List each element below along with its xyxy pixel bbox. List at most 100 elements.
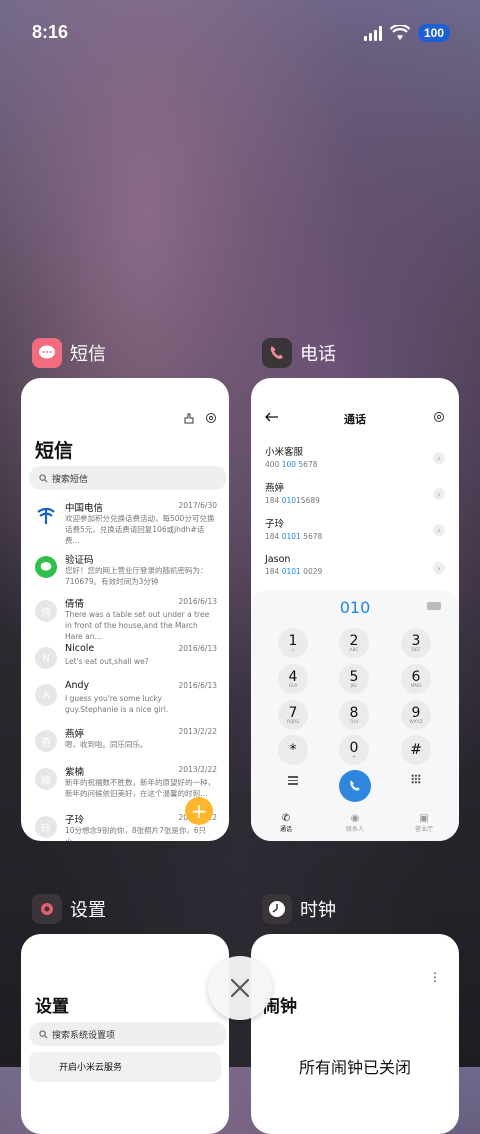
contact-avatar: 倩 — [35, 600, 57, 622]
message-preview: 新年的祝福数不胜数，新年的原望好的一种，新年的问候依旧美好，在这个温馨的时刻… — [65, 778, 215, 798]
tab-contacts[interactable]: ◉ 联系人 — [330, 813, 380, 833]
dial-key-letters: ∞ — [291, 647, 295, 653]
contact-number-part: 184 — [265, 532, 282, 541]
menu-icon[interactable] — [288, 774, 298, 787]
app-header-settings[interactable]: 设置 — [32, 894, 106, 924]
contact-name: 燕婷 — [265, 483, 285, 494]
sms-search-input[interactable]: 搜索短信 — [29, 466, 227, 490]
dial-key[interactable]: # — [401, 735, 431, 765]
dial-key-digit: 2 — [349, 632, 359, 649]
dial-key[interactable]: 9 WXYZ — [401, 700, 431, 730]
app-header-sms[interactable]: 短信 — [32, 338, 106, 368]
contact-row[interactable]: Jason 184 0101 0029 › — [265, 554, 445, 588]
dial-key[interactable]: 2 ABC — [339, 628, 369, 658]
phone-icon: ✆ — [281, 813, 291, 824]
tab-store-label: 营业厅 — [414, 826, 433, 833]
message-preview: I guess you're some lucky guy.Stephanie … — [65, 694, 169, 714]
message-date: 2013/2/22 — [178, 765, 217, 774]
settings-page-title: 设置 — [35, 997, 69, 1017]
call-button[interactable] — [339, 770, 371, 802]
contact-name: Jason — [265, 554, 291, 565]
more-icon[interactable]: ⋮ — [429, 970, 441, 984]
dial-key-letters: PQRS — [286, 719, 300, 725]
dial-key-letters: TUV — [349, 719, 359, 725]
contact-row[interactable]: 子玲 184 0101 5678 › — [265, 516, 445, 550]
message-sender: 紫楠 — [65, 767, 85, 778]
contact-avatar: N — [35, 647, 57, 669]
dial-key[interactable]: 1 ∞ — [278, 628, 308, 658]
chevron-right-icon[interactable]: › — [433, 562, 445, 574]
message-date: 2017/6/30 — [178, 501, 217, 510]
keypad-toggle-icon[interactable] — [411, 774, 421, 784]
clock-card[interactable]: ⋮ 闹钟 所有闹钟已关闭 — [251, 934, 459, 1134]
cloud-service-item[interactable]: 开启小米云服务 — [29, 1052, 221, 1082]
app-header-phone[interactable]: 电话 — [262, 338, 336, 368]
dial-key-digit: 4 — [288, 668, 298, 685]
dial-key[interactable]: * — [278, 735, 308, 765]
tab-calls[interactable]: ✆ 通话 — [261, 813, 311, 833]
message-preview: Let's eat out,shall we? — [65, 657, 149, 666]
sms-card[interactable]: 短信 搜索短信 中国电信 2017/6/30 欢迎参加积分兑换话费活动，每500分可… — [21, 378, 229, 841]
contact-avatar: 燕 — [35, 730, 57, 752]
dial-key-digit: 0 — [349, 739, 359, 756]
settings-app-label: 设置 — [70, 900, 106, 921]
settings-search-input[interactable]: 搜索系统设置项 — [29, 1022, 227, 1046]
contact-number-part: 5678 — [296, 460, 318, 469]
phone-card[interactable]: 通话 小米客服 400 100 5678 › 燕婷 184 01015689 › 子玲 184… — [251, 378, 459, 841]
phone-icon — [350, 780, 360, 791]
clean-icon[interactable] — [183, 412, 195, 424]
contact-row[interactable]: 燕婷 184 01015689 › — [265, 480, 445, 514]
dial-key[interactable]: 3 DEF — [401, 628, 431, 658]
app-header-clock[interactable]: 时钟 — [262, 894, 336, 924]
message-sender: 子玲 — [65, 815, 85, 826]
dial-key[interactable]: 4 GHI — [278, 664, 308, 694]
dial-key[interactable]: 7 PQRS — [278, 700, 308, 730]
message-row[interactable]: A Andy 2016/6/13 I guess you're some lucky … — [35, 680, 217, 728]
contact-number-part: 010 — [281, 496, 297, 505]
phone-page-title: 通话 — [344, 413, 366, 426]
dial-key-digit: # — [410, 742, 422, 758]
chevron-right-icon[interactable]: › — [433, 488, 445, 500]
dial-key[interactable]: 0 + — [339, 735, 369, 765]
dial-key-digit: 5 — [349, 668, 359, 685]
settings-card[interactable]: 设置 搜索系统设置项 开启小米云服务 — [21, 934, 229, 1134]
message-row[interactable]: 验证码 您好！您的网上营业厅登录的随机密码为：710679。有效时间为3分钟 — [35, 552, 217, 600]
dial-key-letters: MNO — [410, 683, 422, 689]
dial-key[interactable]: 5 JKL — [339, 664, 369, 694]
message-row[interactable]: 中国电信 2017/6/30 欢迎参加积分兑换话费活动，每500分可兑换话费5元，兑… — [35, 500, 217, 548]
dial-key-letters: + — [352, 754, 356, 760]
phone-tabs: ✆ 通话 ◉ 联系人 ▣ 营业厅 — [251, 813, 459, 833]
settings-search-placeholder: 搜索系统设置项 — [52, 1030, 116, 1041]
contact-row[interactable]: 小米客服 400 100 5678 › — [265, 444, 445, 478]
dial-key-digit: 7 — [288, 704, 298, 721]
contact-number: 184 0101 5678 — [265, 532, 445, 541]
gear-icon[interactable] — [205, 412, 217, 424]
search-icon — [39, 473, 48, 482]
store-icon: ▣ — [419, 813, 429, 824]
tab-store[interactable]: ▣ 营业厅 — [399, 813, 449, 833]
contact-number-part: 15689 — [296, 496, 320, 505]
dial-key-digit: 3 — [411, 632, 421, 649]
alarm-empty-text: 所有闹钟已关闭 — [298, 1058, 411, 1077]
chevron-right-icon[interactable]: › — [433, 452, 445, 464]
message-row[interactable]: 倩倩倩 2016/6/13 There was a table set out un… — [35, 596, 217, 644]
dial-key[interactable]: 8 TUV — [339, 700, 369, 730]
new-message-button[interactable]: + — [185, 797, 213, 825]
dialpad: 010 1 ∞ 2 ABC 3 DEF 4 GHI 5 JKL 6 MNO 7 PQRS 8 TUV 9 WXYZ… — [251, 590, 459, 841]
contact-avatar: 玲 — [35, 816, 57, 838]
sms-search-placeholder: 搜索短信 — [52, 474, 89, 485]
chevron-right-icon[interactable]: › — [433, 524, 445, 536]
message-sender: 燕婷 — [65, 729, 85, 740]
sms-app-label: 短信 — [70, 344, 106, 365]
contact-number-part: 184 — [265, 567, 282, 576]
contact-number-part: 0029 — [300, 567, 323, 576]
contact-number: 184 01015689 — [265, 496, 445, 505]
dial-key[interactable]: 6 MNO — [401, 664, 431, 694]
contact-name: 小米客服 — [265, 447, 304, 458]
message-preview: There was a table set out under a tree i… — [65, 610, 210, 641]
close-icon — [230, 978, 250, 998]
close-all-button[interactable] — [208, 956, 272, 1020]
backspace-icon[interactable] — [427, 602, 441, 610]
gear-icon[interactable] — [433, 411, 445, 423]
contact-number-part: 100 — [281, 460, 297, 469]
